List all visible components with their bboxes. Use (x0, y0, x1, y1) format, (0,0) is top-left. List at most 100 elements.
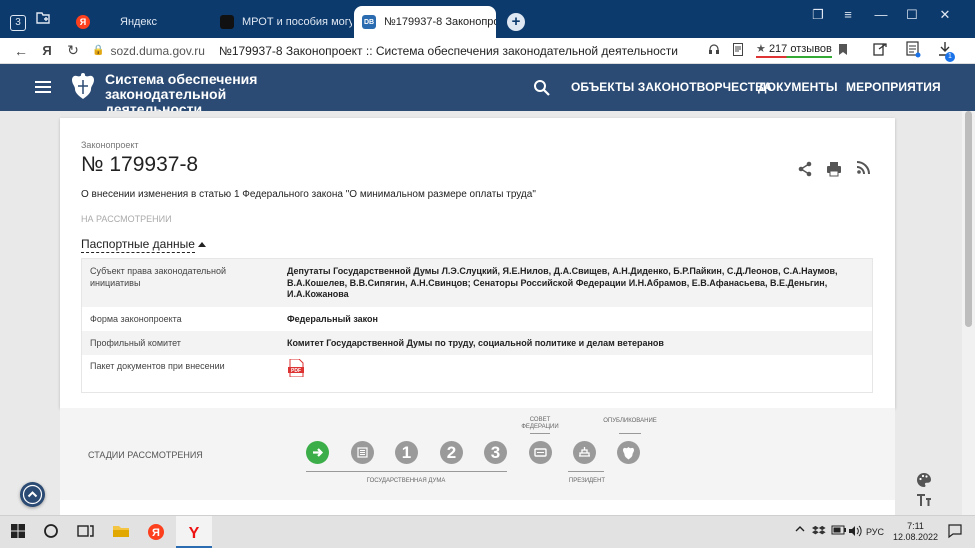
table-row: Пакет документов при внесении PDF (82, 355, 872, 392)
stage-published-icon[interactable] (617, 441, 640, 464)
reader-icon[interactable] (733, 43, 743, 59)
logo-line-1: Система обеспечения (105, 71, 258, 87)
menu-icon[interactable]: ≡ (833, 4, 863, 26)
volume-icon[interactable] (848, 525, 862, 539)
row-key: Субъект права законодательной инициативы (90, 266, 227, 288)
tab-mrot-news[interactable]: МРОТ и пособия могут су (212, 6, 352, 38)
url-page-title: №179937-8 Законопроект :: Система обеспе… (218, 43, 678, 58)
share-icon[interactable] (797, 161, 815, 177)
minimize-button[interactable]: — (866, 4, 896, 26)
row-value: Депутаты Государственной Думы Л.Э.Слуцки… (287, 266, 838, 299)
row-key: Пакет документов при внесении (90, 361, 225, 371)
caret-up-icon[interactable] (198, 242, 206, 247)
notifications-icon[interactable] (947, 523, 963, 541)
windows-start-icon[interactable] (10, 523, 30, 543)
back-icon[interactable]: ← (8, 43, 34, 59)
collections-icon[interactable]: ❐ (803, 4, 833, 26)
palette-icon[interactable] (916, 472, 934, 490)
dropbox-icon[interactable] (812, 525, 826, 539)
nav-events[interactable]: МЕРОПРИЯТИЯ (846, 80, 941, 94)
stage-second-reading[interactable]: 2 (440, 441, 463, 464)
stage-third-reading[interactable]: 3 (484, 441, 507, 464)
print-icon[interactable] (826, 161, 844, 177)
page-scrollbar[interactable] (962, 111, 975, 515)
president-caption: ПРЕЗИДЕНТ (568, 478, 606, 484)
scroll-to-top-button[interactable] (20, 482, 45, 507)
star-icon: ★ (756, 43, 766, 55)
reload-icon[interactable]: ↻ (60, 42, 86, 59)
yandex-favicon-icon: Я (76, 15, 90, 29)
close-window-button[interactable]: ✕ (930, 4, 960, 26)
url-field[interactable]: 🔒 sozd.duma.gov.ru №179937-8 Законопроек… (92, 44, 678, 58)
row-value: Федеральный закон (287, 314, 378, 324)
search-circle-icon[interactable] (43, 523, 63, 543)
tray-overflow-icon[interactable] (795, 525, 805, 535)
tab-bill-active[interactable]: DB №179937-8 Законопро ✕ (354, 6, 496, 38)
share-page-icon[interactable] (873, 42, 888, 60)
taskbar-clock[interactable]: 7:11 12.08.2022 (893, 521, 938, 543)
rss-icon[interactable] (856, 161, 874, 177)
bill-kind-label: Законопроект (81, 140, 139, 150)
table-row: Субъект права законодательной инициативы… (82, 259, 872, 307)
browser-tab-bar: 3 Я Яндекс МРОТ и пособия могут су DB №1… (0, 0, 975, 38)
battery-icon[interactable] (831, 525, 847, 537)
stage-preliminary-icon[interactable] (351, 441, 374, 464)
new-tab-button[interactable]: + (506, 11, 526, 31)
bill-number: № 179937-8 (81, 153, 199, 176)
language-indicator[interactable]: РУС (866, 527, 884, 537)
stage-president-icon[interactable] (573, 441, 596, 464)
text-size-icon[interactable] (916, 493, 934, 511)
table-row: Профильный комитет Комитет Государственн… (82, 331, 872, 355)
search-icon[interactable] (533, 79, 551, 97)
rating-bar (756, 56, 832, 58)
bill-card: Законопроект № 179937-8 О внесении измен… (60, 118, 895, 408)
maximize-button[interactable]: ☐ (897, 4, 927, 26)
hamburger-menu-icon[interactable] (35, 81, 51, 93)
passport-toggle[interactable]: Паспортные данные (81, 237, 195, 253)
president-line (568, 471, 604, 472)
tab-yandex[interactable]: Я Яндекс (68, 6, 208, 38)
task-view-icon[interactable] (77, 523, 97, 543)
row-key: Форма законопроекта (90, 314, 182, 324)
duma-line (306, 471, 507, 472)
passport-table: Субъект права законодательной инициативы… (81, 258, 873, 393)
stages-label: СТАДИИ РАССМОТРЕНИЯ (88, 450, 203, 460)
windows-taskbar: Я Y РУС 7:11 12.08.2022 (0, 515, 975, 548)
council-caption: СОВЕТ ФЕДЕРАЦИИ (520, 417, 560, 431)
reviews-badge[interactable]: ★ 217 отзывов (756, 42, 832, 58)
headphones-icon[interactable] (708, 43, 720, 58)
duma-caption: ГОСУДАРСТВЕННАЯ ДУМА (366, 478, 446, 484)
stages-panel: СТАДИИ РАССМОТРЕНИЯ СОВЕТ ФЕДЕРАЦИИ ОПУБ… (60, 408, 895, 500)
new-tab-group-icon[interactable] (33, 10, 53, 30)
duma-favicon-icon: DB (362, 15, 376, 29)
table-row: Форма законопроекта Федеральный закон (82, 307, 872, 331)
row-key: Профильный комитет (90, 338, 181, 348)
clock-date: 12.08.2022 (893, 532, 939, 542)
yandex-launcher-icon[interactable]: Я (147, 523, 167, 543)
stage-federation-council-icon[interactable] (529, 441, 552, 464)
bookmark-icon[interactable] (838, 43, 848, 59)
clock-time: 7:11 (907, 521, 924, 531)
next-section (60, 500, 895, 515)
yandex-icon[interactable]: Я (34, 43, 60, 58)
yandex-browser-taskbar-button[interactable]: Y (176, 516, 212, 548)
council-line-2: ФЕДЕРАЦИИ (521, 424, 559, 430)
tab-label: Яндекс (120, 16, 157, 28)
news-favicon-icon (220, 15, 234, 29)
stage-first-reading[interactable]: 1 (395, 441, 418, 464)
notes-icon[interactable] (906, 41, 921, 61)
scrollbar-thumb[interactable] (965, 111, 972, 327)
file-explorer-icon[interactable] (112, 523, 132, 543)
pdf-file-icon[interactable]: PDF (288, 358, 304, 378)
tab-counter-icon[interactable]: 3 (8, 10, 28, 31)
svg-text:PDF: PDF (291, 368, 301, 374)
coat-of-arms-icon[interactable] (68, 71, 98, 103)
bill-status: НА РАССМОТРЕНИИ (81, 214, 172, 224)
reviews-count: 217 отзывов (768, 43, 832, 55)
council-line (530, 433, 550, 434)
nav-documents[interactable]: ДОКУМЕНТЫ (758, 80, 838, 94)
published-caption: ОПУБЛИКОВАНИЕ (603, 418, 657, 424)
address-bar: ← Я ↻ 🔒 sozd.duma.gov.ru №179937-8 Закон… (0, 38, 975, 64)
nav-lawmaking-objects[interactable]: ОБЪЕКТЫ ЗАКОНОТВОРЧЕСТВА (571, 80, 772, 94)
stage-introduced-icon[interactable] (306, 441, 329, 464)
